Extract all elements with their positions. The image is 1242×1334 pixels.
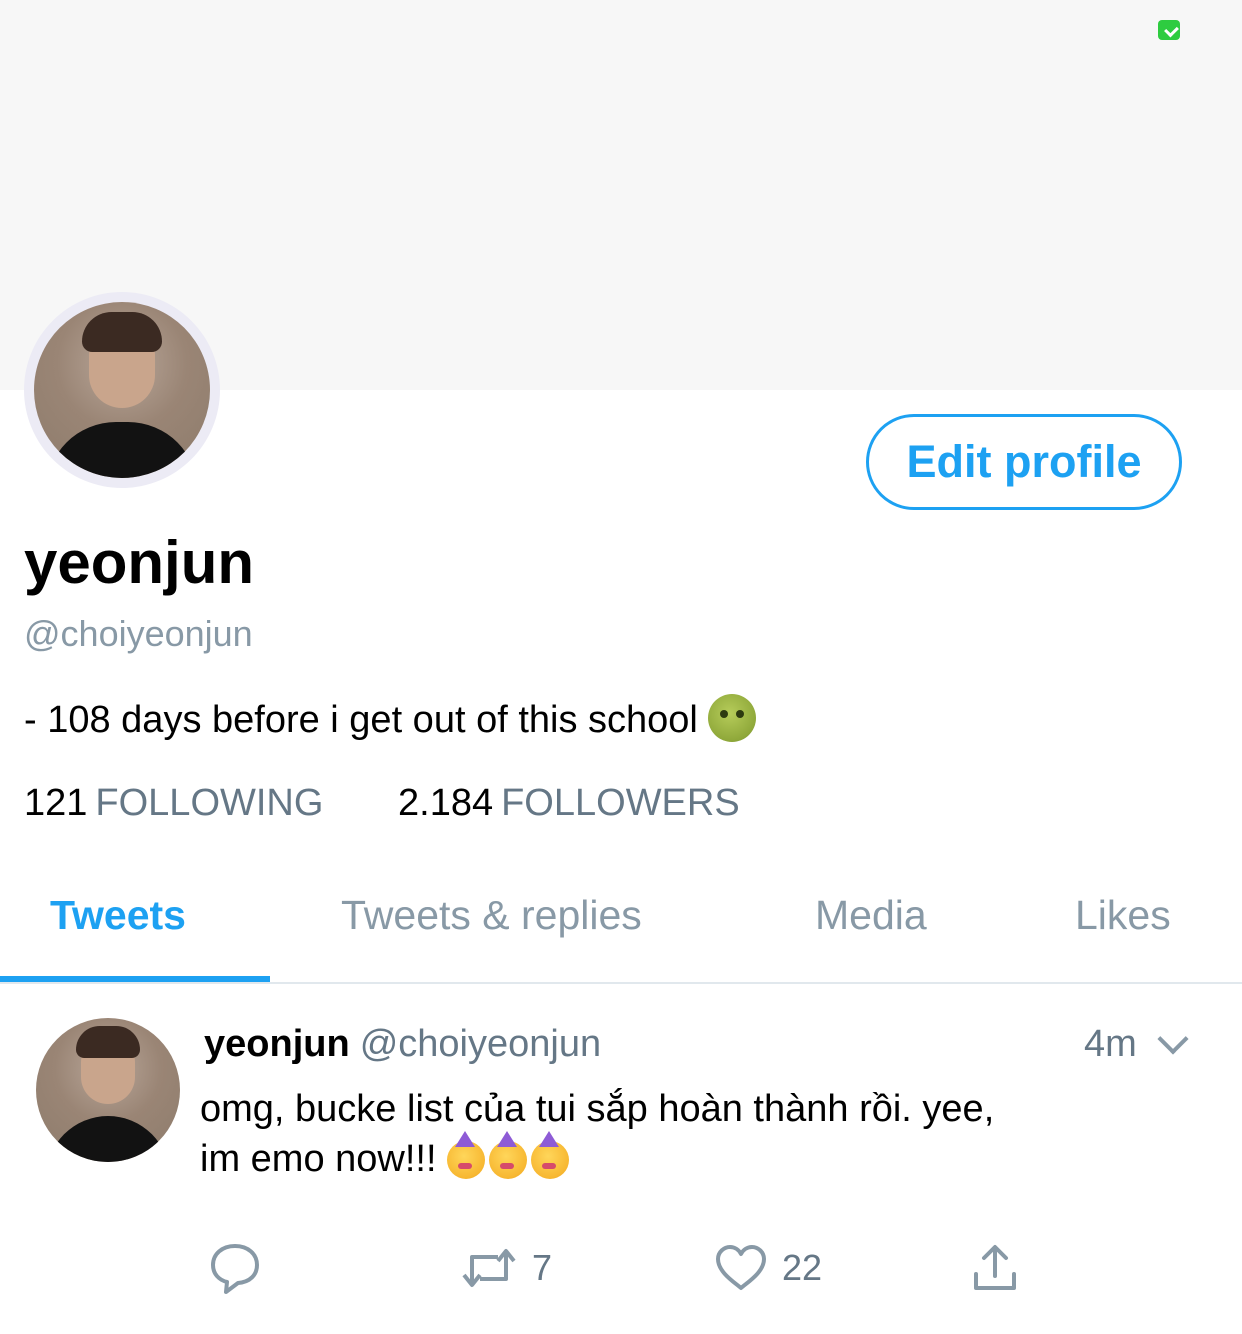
chevron-down-icon[interactable]: [1157, 1023, 1189, 1055]
like-button[interactable]: 22: [714, 1240, 822, 1296]
tweet-text-line1: omg, bucke list của tui sắp hoàn thành r…: [200, 1088, 995, 1130]
partying-face-icon: [447, 1131, 486, 1179]
tweet-avatar[interactable]: [36, 1018, 180, 1162]
reply-icon: [208, 1241, 262, 1295]
tweet-author-name[interactable]: yeonjun: [204, 1023, 350, 1065]
followers-link[interactable]: 2.184 FOLLOWERS: [398, 782, 740, 824]
avatar-shirt: [46, 422, 198, 478]
tweet-timestamp: 4m: [1084, 1023, 1137, 1065]
avatar-hair: [76, 1026, 140, 1058]
bio-text: - 108 days before i get out of this scho…: [24, 699, 698, 741]
retweet-button[interactable]: 7: [460, 1240, 552, 1296]
partying-face-icon: [489, 1131, 528, 1179]
active-tab-indicator: [0, 976, 270, 982]
profile-bio: - 108 days before i get out of this scho…: [24, 694, 756, 745]
tweet-text-line2-wrap: im emo now!!!: [200, 1131, 1210, 1184]
retweet-icon: [460, 1243, 518, 1293]
profile-stats: 121 FOLLOWING 2.184 FOLLOWERS: [24, 778, 740, 828]
following-count: 121: [24, 782, 88, 824]
share-button[interactable]: [970, 1240, 1020, 1296]
retweet-count: 7: [532, 1247, 553, 1288]
followers-label: FOLLOWERS: [501, 782, 740, 824]
tweet-text: omg, bucke list của tui sắp hoàn thành r…: [200, 1084, 1210, 1184]
following-label: FOLLOWING: [95, 782, 324, 824]
following-link[interactable]: 121 FOLLOWING: [24, 782, 334, 824]
profile-tabs: Tweets Tweets & replies Media Likes: [0, 860, 1242, 984]
profile-display-name: yeonjun: [24, 529, 255, 596]
tab-likes[interactable]: Likes: [1075, 890, 1171, 940]
heart-icon: [714, 1243, 768, 1293]
tab-tweets-replies[interactable]: Tweets & replies: [341, 890, 642, 940]
tab-media[interactable]: Media: [815, 890, 927, 940]
followers-count: 2.184: [398, 782, 494, 824]
share-icon: [970, 1242, 1020, 1294]
status-bar: [0, 0, 1242, 60]
tweet-text-line2: im emo now!!!: [200, 1138, 437, 1180]
tweet-header: yeonjun @choiyeonjun: [204, 1020, 601, 1068]
partying-face-icon: [531, 1131, 570, 1179]
tab-tweets[interactable]: Tweets: [50, 890, 186, 940]
avatar-shirt: [46, 1116, 170, 1162]
tweet-author-handle: @choiyeonjun: [359, 1023, 602, 1065]
like-count: 22: [782, 1247, 823, 1288]
profile-avatar[interactable]: [34, 302, 210, 478]
nauseated-face-icon: [707, 694, 756, 742]
profile-handle: @choiyeonjun: [24, 613, 253, 654]
edit-profile-button[interactable]: Edit profile: [866, 414, 1182, 510]
reply-button[interactable]: [208, 1240, 262, 1296]
battery-icon: [1158, 20, 1180, 40]
avatar-hair: [82, 312, 162, 352]
